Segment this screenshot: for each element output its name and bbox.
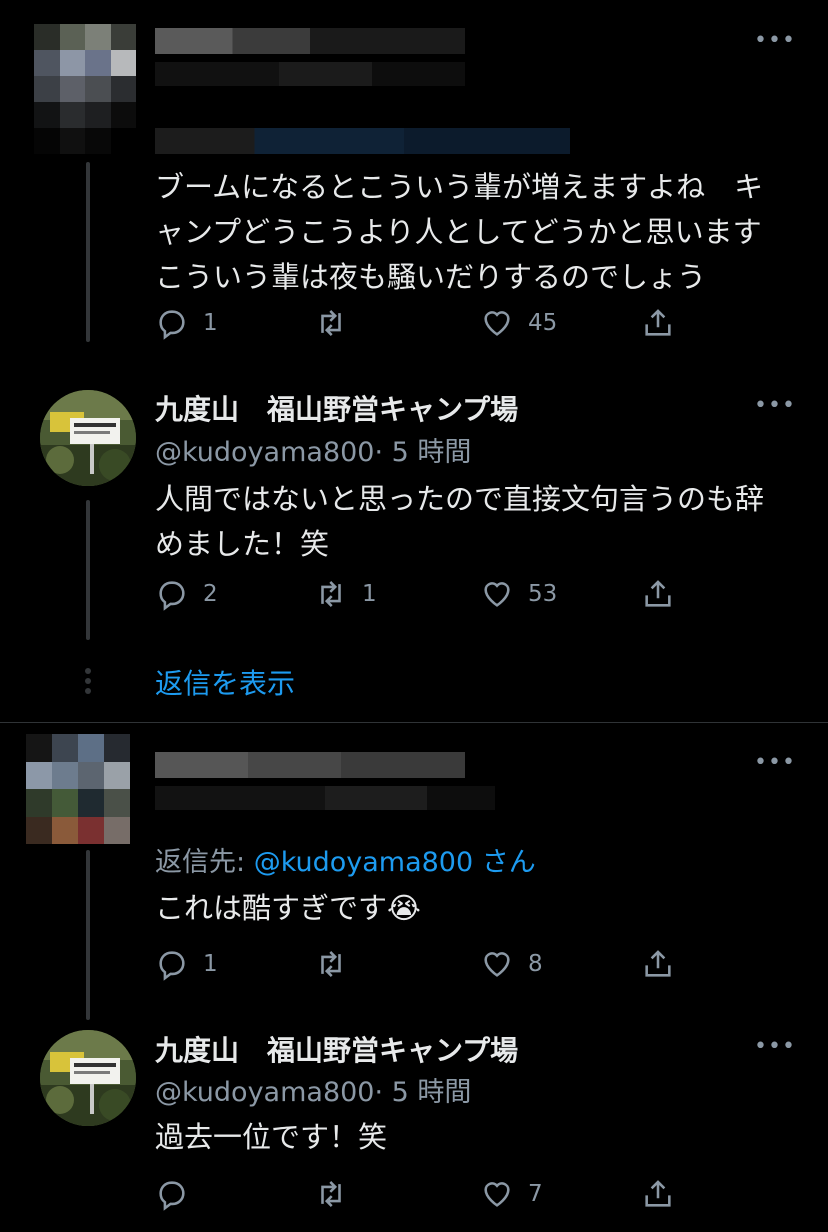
thread-line: [86, 162, 90, 342]
retweet-button[interactable]: [314, 944, 362, 984]
camp-avatar[interactable]: [40, 390, 136, 486]
timestamp[interactable]: · 5 時間: [374, 437, 471, 468]
reply-icon: [159, 1181, 185, 1211]
more-icon[interactable]: •••: [754, 752, 796, 774]
reply-button[interactable]: 2: [155, 574, 218, 614]
like-icon: [484, 952, 510, 977]
reply-count: 1: [203, 310, 218, 336]
handle-text: @kudoyama800: [155, 1077, 375, 1108]
thread-dots-icon: [84, 668, 92, 694]
share-icon: [645, 950, 671, 977]
share-icon: [645, 309, 671, 336]
retweet-count: 1: [362, 581, 377, 607]
retweet-button[interactable]: [314, 1174, 362, 1214]
reply-icon: [159, 951, 185, 981]
blurred-handle: [155, 62, 465, 86]
reply-suffix: さん: [473, 847, 536, 878]
share-icon: [645, 580, 671, 607]
display-name[interactable]: 九度山 福山野営キャンプ場: [155, 388, 518, 428]
retweet-button[interactable]: [314, 303, 362, 343]
reply-context: 返信先: @kudoyama800 さん: [155, 840, 536, 879]
reply-button[interactable]: 1: [155, 303, 218, 343]
user-handle[interactable]: @kudoyama800· 5 時間: [155, 430, 471, 469]
show-replies-link[interactable]: 返信を表示: [155, 662, 295, 702]
like-count: 45: [528, 310, 558, 336]
tweet-text: ブームになるとこういう輩が増えますよね キャンプどうこうより人としてどうかと思い…: [155, 170, 764, 294]
like-button[interactable]: 8: [480, 944, 543, 984]
retweet-icon: [321, 951, 341, 977]
tweet-text: 人間ではないと思ったので直接文句言うのも辞めました！笑: [155, 482, 765, 561]
tweet-text: これは酷すぎです😭: [155, 891, 421, 925]
tweet-divider: [0, 722, 828, 723]
share-button[interactable]: [641, 574, 689, 614]
reply-button[interactable]: [155, 1174, 203, 1214]
retweet-icon: [321, 310, 341, 336]
reply-to-handle[interactable]: @kudoyama800: [254, 847, 473, 878]
like-button[interactable]: 53: [480, 574, 557, 614]
reply-count: 1: [203, 951, 218, 977]
blurred-username[interactable]: [155, 28, 465, 54]
like-icon: [484, 311, 510, 336]
like-count: 7: [528, 1181, 543, 1207]
thread-line: [86, 850, 90, 1020]
retweet-icon: [321, 1181, 341, 1207]
handle-text: @kudoyama800: [155, 437, 375, 468]
share-button[interactable]: [641, 303, 689, 343]
reply-button[interactable]: 1: [155, 944, 218, 984]
like-icon: [484, 582, 510, 607]
retweet-button[interactable]: 1: [314, 574, 377, 614]
share-icon: [645, 1180, 671, 1207]
user-handle[interactable]: @kudoyama800· 5 時間: [155, 1070, 471, 1109]
thread-line: [86, 500, 90, 640]
like-button[interactable]: 7: [480, 1174, 543, 1214]
blurred-username[interactable]: [155, 752, 465, 778]
retweet-icon: [321, 581, 341, 607]
timestamp[interactable]: · 5 時間: [374, 1077, 471, 1108]
more-icon[interactable]: •••: [754, 1036, 796, 1058]
campsite-sign-icon: [40, 1030, 136, 1126]
display-name[interactable]: 九度山 福山野営キャンプ場: [155, 1029, 518, 1069]
blurred-avatar[interactable]: [26, 734, 130, 844]
blurred-meta: [155, 128, 570, 154]
more-icon[interactable]: •••: [754, 30, 796, 52]
like-count: 53: [528, 581, 558, 607]
reply-count: 2: [203, 581, 218, 607]
share-button[interactable]: [641, 944, 689, 984]
reply-icon: [159, 581, 185, 611]
reply-prefix: 返信先:: [155, 847, 254, 878]
reply-icon: [159, 310, 185, 340]
share-button[interactable]: [641, 1174, 689, 1214]
campsite-sign-icon: [40, 390, 136, 486]
blurred-avatar[interactable]: [34, 24, 136, 154]
like-icon: [484, 1182, 510, 1207]
like-count: 8: [528, 951, 543, 977]
blurred-handle: [155, 786, 495, 810]
like-button[interactable]: 45: [480, 303, 557, 343]
camp-avatar[interactable]: [40, 1030, 136, 1126]
more-icon[interactable]: •••: [754, 395, 796, 417]
tweet-text: 過去一位です！笑: [155, 1120, 388, 1154]
